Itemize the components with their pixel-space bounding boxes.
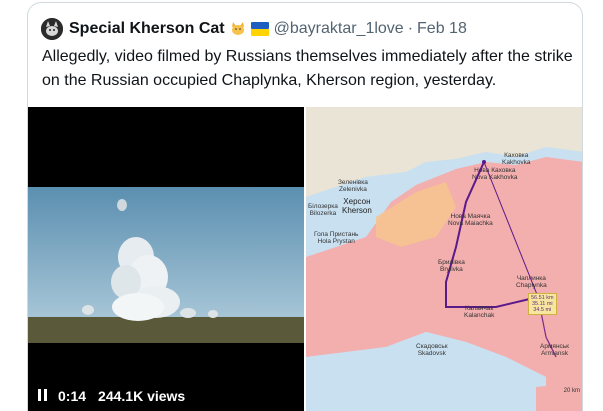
tweet-header: Special Kherson Cat @bayraktar_1love · F… xyxy=(41,15,467,43)
tweet-text: Allegedly, video filmed by Russians them… xyxy=(42,48,573,89)
view-count: 244.1K views xyxy=(98,388,186,404)
avatar[interactable] xyxy=(41,18,63,40)
media-grid: 0:14 244.1K views Каховка Kakhovka Нова … xyxy=(28,107,582,411)
map-label-kakhovka: Каховка Kakhovka xyxy=(502,152,531,166)
map-scale: 20 km xyxy=(563,388,580,394)
map-label-brylivka: Брилівка Brylivka xyxy=(438,259,465,273)
distance-box: 56.51 km 35.11 mi 34.5 mi xyxy=(528,293,557,315)
map-label-kherson: Херсон Kherson xyxy=(342,197,372,215)
map-label-bilozerka: Білозерка Bilozerka xyxy=(308,203,338,217)
map-label-skadovsk: Скадовськ Skadovsk xyxy=(416,343,448,357)
separator-dot: · xyxy=(407,20,414,37)
map-label-kalanchak: Каланчак Kalanchak xyxy=(464,305,495,319)
map-label-hola-prystan: Гола Пристань Hola Prystan xyxy=(314,231,359,245)
map-label-chaplynka: Чаплинка Chaplynka xyxy=(516,275,547,289)
map-label-nova-kakhovka: Нова Каховка Nova Kakhovka xyxy=(472,167,518,181)
user-handle[interactable]: @bayraktar_1love xyxy=(274,20,404,38)
video-player[interactable]: 0:14 244.1K views xyxy=(28,107,304,411)
map-label-nova-maiachka: Нова Маячка Nova Maiachka xyxy=(448,213,493,227)
ukraine-flag-icon xyxy=(250,22,269,36)
video-time: 0:14 xyxy=(58,388,87,404)
display-name[interactable]: Special Kherson Cat xyxy=(69,20,225,38)
map-image[interactable]: Каховка Kakhovka Нова Каховка Nova Kakho… xyxy=(306,107,582,411)
cat-emoji-icon xyxy=(229,21,247,37)
video-frame xyxy=(28,107,304,411)
pause-icon[interactable] xyxy=(38,388,48,404)
map-label-zelenivka: Зеленівка Zelenivka xyxy=(338,179,368,193)
tweet-card[interactable]: Special Kherson Cat @bayraktar_1love · F… xyxy=(27,2,583,411)
tweet-date[interactable]: Feb 18 xyxy=(417,20,467,38)
video-controls: 0:14 244.1K views xyxy=(38,388,185,404)
map-label-armiansk: Армянськ Armiansk xyxy=(540,343,570,357)
